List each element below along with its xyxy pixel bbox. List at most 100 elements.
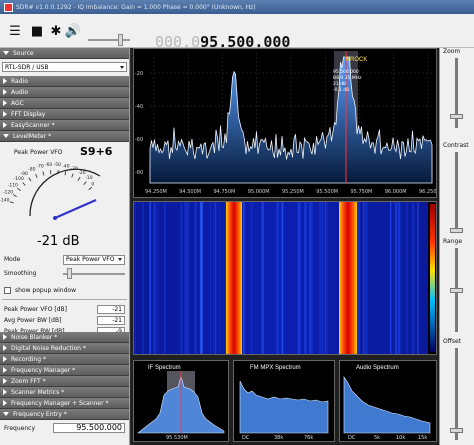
device-select[interactable]: RTL-SDR / USB bbox=[2, 62, 127, 72]
section-frequency-manager[interactable]: Frequency Manager * bbox=[0, 365, 129, 376]
waterfall-panel[interactable] bbox=[133, 201, 437, 355]
gauge-tick bbox=[9, 201, 14, 204]
gauge-tick-label: -100 bbox=[14, 176, 24, 182]
waterfall-streak bbox=[364, 202, 366, 354]
section-fft-display[interactable]: FFT Display bbox=[0, 109, 129, 120]
range-label: Range bbox=[443, 238, 463, 245]
waterfall-streak bbox=[327, 202, 328, 354]
spectrum-x-tick: 95.250M bbox=[282, 189, 304, 195]
section-frequency-manager-scanner[interactable]: Frequency Manager + Scanner * bbox=[0, 398, 129, 409]
waterfall-streak bbox=[275, 202, 277, 354]
gear-icon[interactable]: ✱ bbox=[49, 24, 63, 39]
contrast-slider[interactable] bbox=[455, 152, 458, 232]
waterfall-streak bbox=[311, 202, 313, 354]
section-label: Frequency Manager * bbox=[11, 366, 76, 374]
section-frequency-entry[interactable]: Frequency Entry * bbox=[0, 409, 129, 420]
section-radio[interactable]: Radio bbox=[0, 76, 129, 87]
waterfall-streak bbox=[213, 202, 214, 354]
waterfall-streak bbox=[186, 202, 188, 354]
if-spectrum-plot: IF Spectrum 95.530M bbox=[137, 365, 225, 441]
range-slider-thumb[interactable] bbox=[450, 288, 463, 293]
section-zoom-fft[interactable]: Zoom FFT * bbox=[0, 376, 129, 387]
spectrum-x-tick: 95.750M bbox=[351, 189, 373, 195]
contrast-slider-thumb[interactable] bbox=[450, 228, 463, 233]
waterfall-streak bbox=[417, 202, 419, 354]
waterfall-streak bbox=[281, 202, 284, 354]
section-recording[interactable]: Recording * bbox=[0, 354, 129, 365]
if-spectrum-panel[interactable]: IF Spectrum 95.530M bbox=[133, 360, 229, 442]
section-levelmeter[interactable]: LevelMeter * bbox=[0, 131, 129, 142]
waterfall-plot[interactable] bbox=[134, 202, 436, 354]
gauge-tick-label: -60 bbox=[45, 162, 52, 168]
section-audio[interactable]: Audio bbox=[0, 87, 129, 98]
waterfall-signal-95500 bbox=[339, 202, 357, 354]
gauge-tick bbox=[17, 187, 21, 191]
waterfall-streak bbox=[142, 202, 144, 354]
gauge-tick-label: -30 bbox=[70, 166, 77, 172]
frequency-entry-input[interactable]: 95.500.000 bbox=[53, 423, 125, 433]
waterfall-streak bbox=[224, 202, 226, 354]
vfo-info-line: -0.1 dB bbox=[333, 87, 349, 93]
gauge-tick-label: 0 bbox=[91, 181, 94, 187]
if-spectrum-title: IF Spectrum bbox=[148, 365, 181, 371]
smoothing-row: Smoothing bbox=[4, 266, 125, 280]
window-title: SDR# v1.0.0.1292 - IQ Imbalance: Gain = … bbox=[16, 3, 256, 11]
level-gauge: -140-120-110-100-90-80-70 -60 -50 -40-30-20… bbox=[0, 162, 101, 220]
waterfall-streak bbox=[405, 202, 408, 354]
smoothing-slider-thumb[interactable] bbox=[67, 268, 72, 279]
section-label: Radio bbox=[11, 77, 28, 85]
fm-mpx-title: FM MPX Spectrum bbox=[250, 365, 301, 371]
stop-icon[interactable]: ■ bbox=[30, 24, 44, 39]
expand-arrow-icon bbox=[3, 389, 7, 395]
volume-slider-thumb[interactable] bbox=[118, 34, 123, 46]
peak-power-label: Peak Power VFO bbox=[14, 149, 63, 156]
waterfall-streak bbox=[209, 202, 211, 354]
mpx-tick-label: DC bbox=[242, 435, 250, 441]
gauge-tick bbox=[71, 173, 74, 178]
spectrum-x-tick: 96.250M bbox=[419, 189, 436, 195]
waterfall-streak bbox=[390, 202, 393, 354]
waterfall-streak bbox=[411, 202, 413, 354]
title-bar: SDR# v1.0.0.1292 - IQ Imbalance: Gain = … bbox=[0, 0, 474, 14]
gauge-tick-label: -40 bbox=[62, 163, 69, 169]
waterfall-streak bbox=[358, 202, 361, 354]
spectrum-y-tick: -60 bbox=[135, 137, 143, 143]
mode-select[interactable]: Peak Power VFO bbox=[63, 254, 125, 265]
gauge-tick bbox=[77, 176, 81, 181]
waterfall-streak bbox=[324, 202, 326, 354]
waterfall-streak bbox=[321, 202, 324, 354]
zoom-slider-thumb[interactable] bbox=[450, 114, 463, 119]
section-noise-blanker[interactable]: Noise Blanker * bbox=[0, 332, 129, 343]
waterfall-streak bbox=[308, 202, 311, 354]
section-agc[interactable]: AGC bbox=[0, 98, 129, 109]
gauge-tick bbox=[35, 173, 38, 178]
gauge-tick-label: -70 bbox=[36, 164, 43, 170]
spectrum-x-tick: 96.000M bbox=[385, 189, 407, 195]
smoothing-slider[interactable] bbox=[63, 267, 125, 279]
section-easyscanner[interactable]: EasyScanner * bbox=[0, 120, 129, 131]
spectrum-plot[interactable]: -20 -40 -60 -80 94.250M 94.500M 94.750M 95.000… bbox=[134, 49, 441, 197]
volume-slider[interactable] bbox=[88, 39, 130, 41]
section-label: LevelMeter * bbox=[13, 132, 52, 140]
section-scanner-metrics[interactable]: Scanner Metrics * bbox=[0, 387, 129, 398]
popup-checkbox[interactable] bbox=[4, 286, 11, 294]
offset-slider[interactable] bbox=[455, 348, 458, 440]
waterfall-streak bbox=[363, 202, 365, 354]
if-spectrum-label: 95.530M bbox=[166, 435, 188, 441]
vfo-info-line: B8 0.35 MHz bbox=[333, 75, 362, 81]
fm-mpx-spectrum-panel[interactable]: FM MPX Spectrum DC 38k 76k bbox=[233, 360, 335, 442]
waterfall-streak bbox=[366, 202, 368, 354]
field-label: Avg Power BW [dB] bbox=[4, 316, 62, 324]
speaker-icon[interactable]: 🔊 bbox=[65, 24, 81, 39]
section-source[interactable]: Source bbox=[0, 48, 129, 59]
waterfall-streak bbox=[135, 202, 136, 354]
gauge-tick-label: -80 bbox=[28, 167, 35, 173]
audio-spectrum-panel[interactable]: Audio Spectrum DC 5k 10k 15k bbox=[339, 360, 437, 442]
field-label: Peak Power VFO [dB] bbox=[4, 305, 67, 313]
offset-slider-thumb[interactable] bbox=[450, 428, 463, 433]
expand-arrow-icon bbox=[3, 78, 7, 84]
spectrum-x-tick: 95.500M bbox=[316, 189, 338, 195]
hamburger-icon[interactable]: ☰ bbox=[8, 24, 22, 39]
spectrum-panel[interactable]: -20 -40 -60 -80 94.250M 94.500M 94.750M 95.000… bbox=[133, 48, 441, 198]
section-digital-noise-reduction[interactable]: Digital Noise Reduction * bbox=[0, 343, 129, 354]
